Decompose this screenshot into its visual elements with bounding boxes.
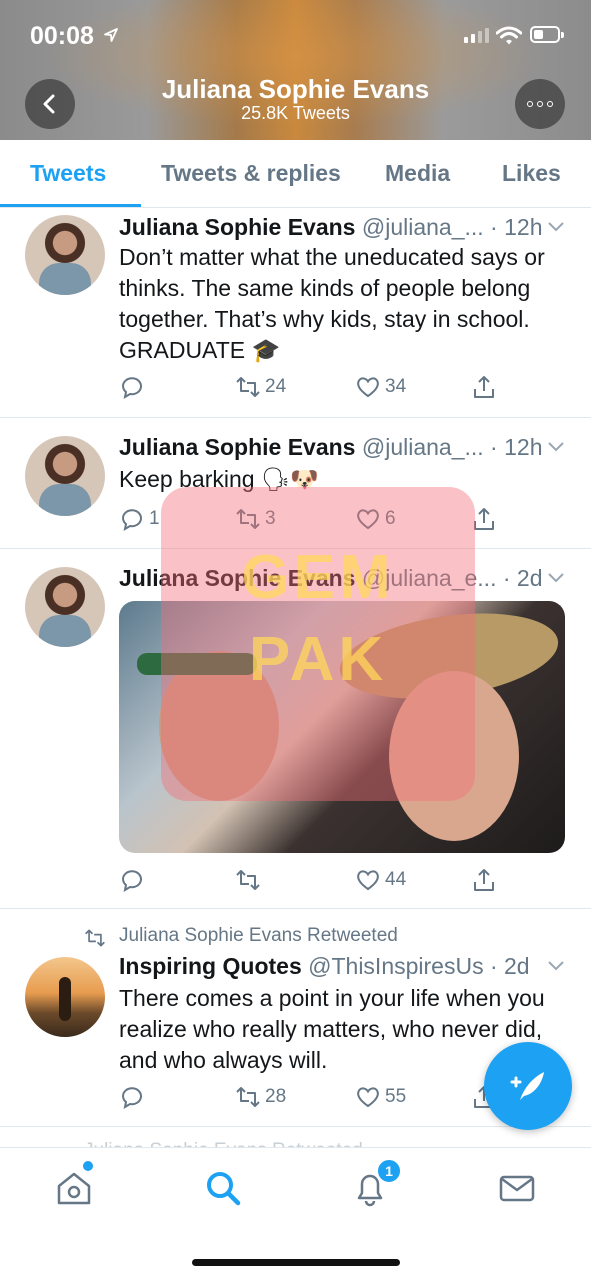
tweet-count: 25.8K Tweets	[241, 103, 350, 123]
tweet[interactable]: Juliana Sophie Evans @juliana_... · 12h …	[0, 208, 591, 418]
tab-tweets[interactable]: Tweets	[30, 160, 106, 187]
tweet-handle-time: @juliana_e... · 2d	[361, 565, 543, 591]
share-icon	[474, 376, 494, 398]
like-button[interactable]: 34	[355, 374, 406, 400]
status-time: 00:08	[30, 22, 94, 50]
tweet-header: Juliana Sophie Evans @juliana_... · 12h	[119, 214, 564, 241]
like-count: 6	[385, 508, 396, 529]
profile-name-title: Juliana Sophie Evans	[161, 74, 430, 104]
tweet-author-name: Inspiring Quotes	[119, 953, 302, 979]
cellular-signal-icon	[464, 28, 489, 43]
like-button[interactable]: 6	[355, 506, 396, 532]
share-button[interactable]	[471, 867, 497, 893]
avatar[interactable]	[25, 567, 105, 647]
messages-envelope-icon[interactable]	[497, 1168, 537, 1208]
reply-button[interactable]: 1	[119, 506, 160, 532]
retweet-icon	[236, 509, 260, 529]
reply-icon	[121, 1087, 142, 1110]
tweet-header: Juliana Sophie Evans @juliana_e... · 2d	[119, 565, 564, 592]
tweet-text: Keep barking 🗣🐶	[119, 466, 319, 492]
like-count: 44	[385, 869, 407, 890]
heart-icon	[357, 509, 379, 530]
like-button[interactable]: 44	[355, 867, 406, 893]
reply-count: 1	[149, 508, 160, 529]
tweet-author-name: Juliana Sophie Evans	[119, 214, 356, 240]
heart-icon	[357, 870, 379, 891]
dot-icon	[547, 101, 553, 107]
retweeted-label: Juliana Sophie Evans Retweeted	[119, 925, 398, 946]
reply-icon	[121, 509, 142, 532]
retweet-button[interactable]: 24	[235, 374, 286, 400]
chevron-down-icon[interactable]	[548, 961, 564, 971]
heart-icon	[357, 1087, 379, 1108]
reply-button[interactable]	[119, 867, 149, 893]
tweet-text: Don’t matter what the uneducated says or…	[119, 244, 545, 363]
tweet-photo[interactable]	[119, 601, 565, 853]
battery-icon	[530, 26, 564, 43]
heart-icon	[357, 377, 379, 398]
reply-icon	[121, 870, 142, 893]
retweet-count: 28	[265, 1086, 287, 1107]
compose-feather-icon	[510, 1072, 544, 1100]
chevron-down-icon[interactable]	[548, 222, 564, 232]
search-icon[interactable]	[203, 1168, 243, 1208]
like-count: 34	[385, 376, 407, 397]
share-button[interactable]	[471, 506, 497, 532]
status-bar: 00:08	[0, 0, 591, 70]
avatar[interactable]	[25, 215, 105, 295]
retweet-icon	[85, 929, 105, 947]
location-arrow-icon	[104, 28, 118, 42]
tweet[interactable]: Juliana Sophie Evans @juliana_... · 12h …	[0, 418, 591, 549]
like-count: 55	[385, 1086, 407, 1107]
retweet-icon	[236, 1087, 260, 1107]
tweet-actions: 44	[119, 867, 569, 897]
chevron-down-icon[interactable]	[548, 442, 564, 452]
tab-media[interactable]: Media	[385, 160, 450, 187]
tab-tweets-and-replies[interactable]: Tweets & replies	[161, 160, 341, 187]
like-button[interactable]: 55	[355, 1084, 406, 1110]
notification-badge: 1	[376, 1158, 402, 1184]
compose-tweet-button[interactable]	[484, 1042, 572, 1130]
tweet[interactable]: Juliana Sophie Evans @juliana_e... · 2d …	[0, 549, 591, 909]
tab-likes[interactable]: Likes	[502, 160, 561, 187]
avatar[interactable]	[25, 436, 105, 516]
retweet-count: 24	[265, 376, 287, 397]
reply-button[interactable]	[119, 374, 149, 400]
home-icon[interactable]	[54, 1168, 94, 1208]
retweet-button[interactable]: 28	[235, 1084, 286, 1110]
home-indicator[interactable]	[192, 1259, 400, 1266]
share-icon	[474, 869, 494, 891]
wifi-icon	[496, 26, 522, 45]
dot-icon	[537, 101, 543, 107]
reply-icon	[121, 377, 142, 400]
dot-icon	[527, 101, 533, 107]
tweet-actions: 1 3 6	[119, 506, 569, 536]
home-unread-dot	[83, 1161, 93, 1171]
more-options-button[interactable]	[515, 79, 565, 129]
tweet-header: Inspiring Quotes @ThisInspiresUs · 2d	[119, 953, 564, 980]
tweet-author-name: Juliana Sophie Evans	[119, 434, 356, 460]
share-icon	[474, 508, 494, 530]
tweet-header: Juliana Sophie Evans @juliana_... · 12h	[119, 434, 564, 461]
retweet-count: 3	[265, 508, 276, 529]
tweet-handle-time: @ThisInspiresUs · 2d	[308, 953, 530, 979]
retweet-button[interactable]	[235, 867, 265, 893]
chevron-down-icon[interactable]	[548, 573, 564, 583]
retweet-icon	[236, 870, 260, 890]
tweet-author-name: Juliana Sophie Evans	[119, 565, 356, 591]
share-button[interactable]	[471, 374, 497, 400]
retweet-icon	[236, 377, 260, 397]
tweet-handle-time: @juliana_... · 12h	[361, 214, 543, 240]
retweet-button[interactable]: 3	[235, 506, 276, 532]
profile-tabs: Tweets Tweets & replies Media Likes	[0, 140, 591, 208]
tweet-actions: 24 34	[119, 374, 569, 404]
profile-header: 00:08 Juliana Sophie Evans 25.8K Tweets	[0, 0, 591, 140]
active-tab-indicator	[0, 204, 141, 207]
avatar[interactable]	[25, 957, 105, 1037]
reply-button[interactable]	[119, 1084, 149, 1110]
tweet-handle-time: @juliana_... · 12h	[361, 434, 543, 460]
